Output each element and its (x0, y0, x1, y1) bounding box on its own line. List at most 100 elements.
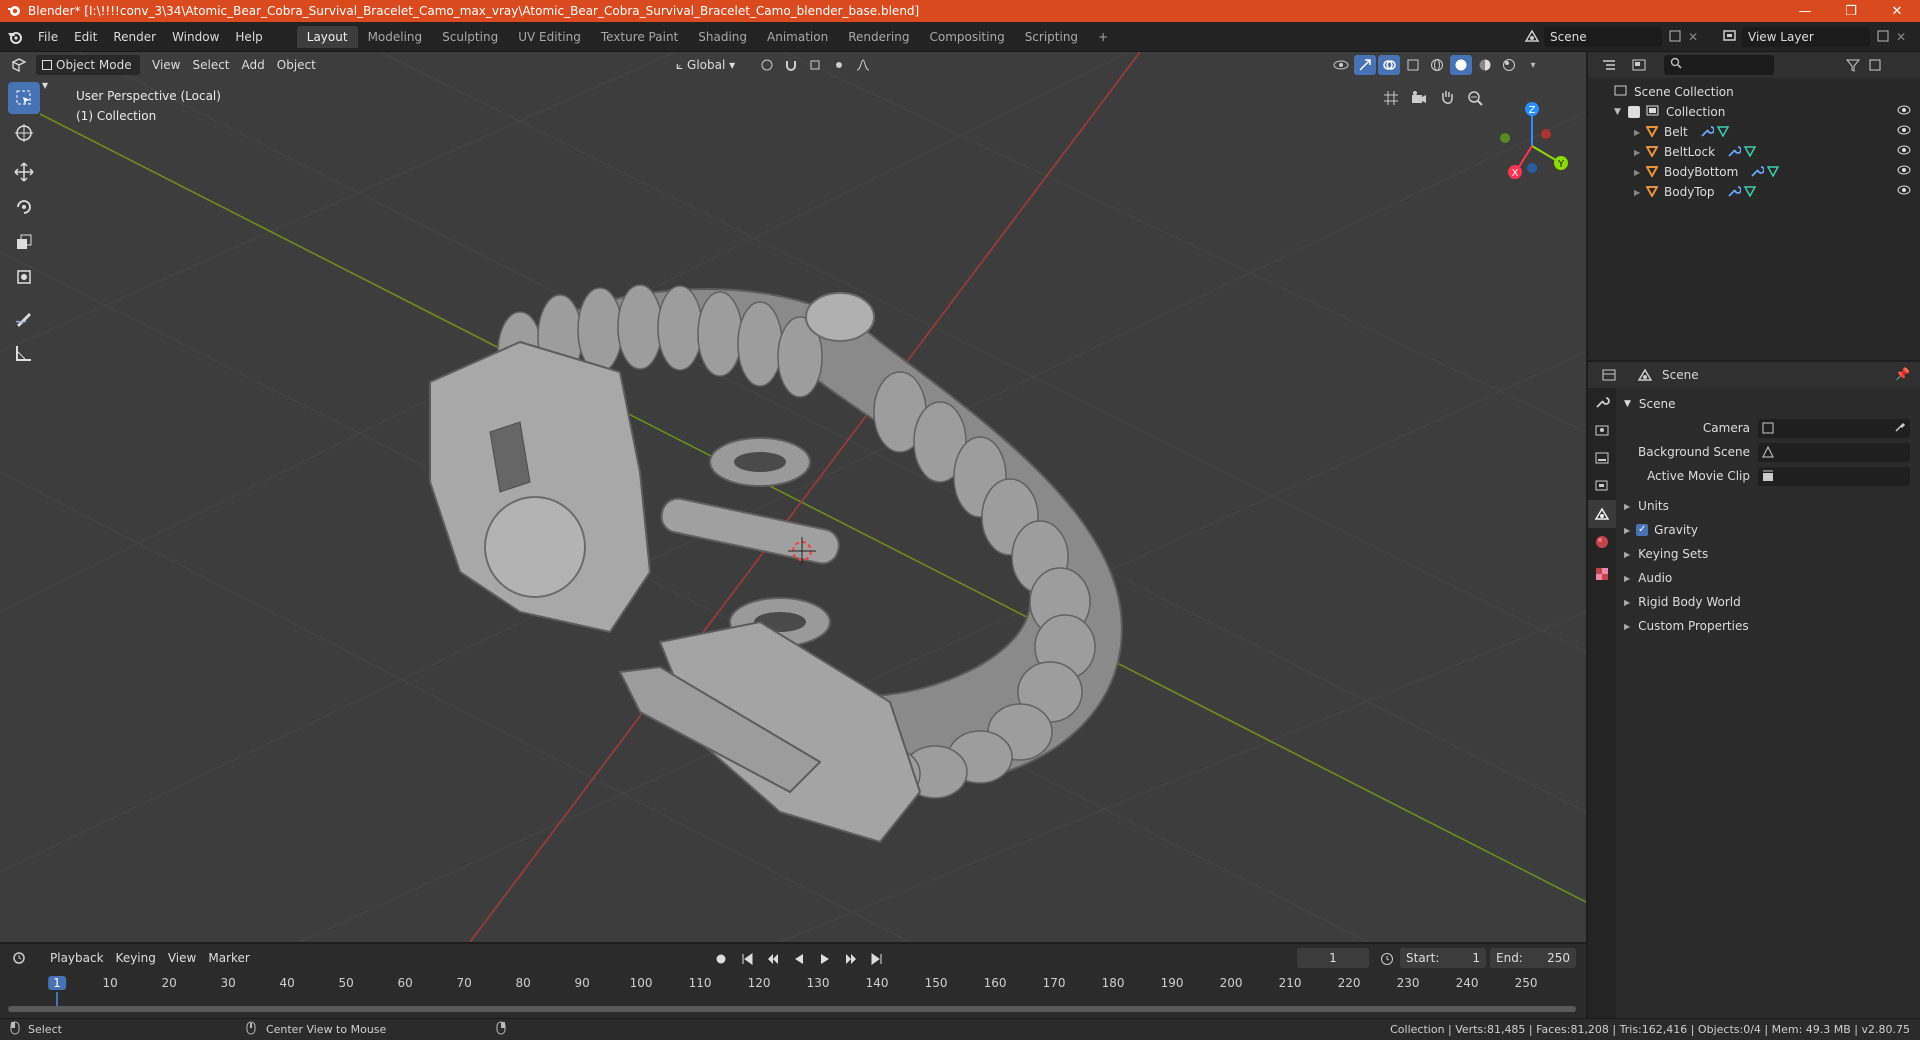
tab-scripting[interactable]: Scripting (1015, 26, 1088, 48)
mesh-data-icon[interactable] (1716, 125, 1730, 140)
expand-chevron-icon[interactable]: ▶ (1624, 550, 1630, 559)
scene-name-field[interactable]: Scene (1544, 27, 1662, 47)
transform-tool[interactable] (8, 261, 40, 293)
delete-scene-icon[interactable]: ✕ (1688, 30, 1698, 44)
panel-collapse-chevron-icon[interactable]: ▼ (1624, 399, 1631, 409)
navigation-gizmo[interactable]: Z Y X (1375, 76, 1585, 196)
play-reverse-icon[interactable] (788, 949, 810, 969)
end-frame-field[interactable]: End: 250 (1490, 948, 1576, 968)
prev-keyframe-icon[interactable] (762, 949, 784, 969)
select-box-tool[interactable] (8, 82, 40, 114)
menu-help[interactable]: Help (227, 26, 270, 48)
viewport-menu-object[interactable]: Object (271, 55, 322, 75)
gravity-checkbox[interactable]: ✓ (1636, 524, 1649, 536)
visibility-eye-icon[interactable] (1896, 124, 1912, 139)
expand-arrow-icon[interactable]: ▶ (1634, 168, 1646, 177)
tab-texture-paint[interactable]: Texture Paint (591, 26, 688, 48)
delete-view-layer-icon[interactable]: ✕ (1896, 30, 1906, 44)
expand-arrow-icon[interactable]: ▶ (1634, 148, 1646, 157)
play-icon[interactable] (814, 949, 836, 969)
cursor-tool[interactable] (8, 117, 40, 149)
menu-window[interactable]: Window (164, 26, 227, 48)
overlay-toggle-icon[interactable] (1378, 55, 1400, 75)
tab-output-icon[interactable] (1588, 444, 1616, 472)
rotate-tool[interactable] (8, 191, 40, 223)
view-layer-field[interactable]: View Layer (1742, 27, 1870, 47)
tab-modeling[interactable]: Modeling (358, 26, 433, 48)
editor-type-icon[interactable] (8, 55, 30, 75)
tab-layout[interactable]: Layout (296, 25, 358, 48)
pin-icon[interactable]: 📌 (1895, 367, 1910, 381)
expand-arrow-icon[interactable]: ▶ (1634, 128, 1646, 137)
timeline-menu-marker[interactable]: Marker (202, 948, 255, 968)
neg-x-axis-handle[interactable] (1541, 129, 1551, 139)
properties-editor-type-icon[interactable] (1598, 365, 1620, 385)
outliner-object-bodytop[interactable]: ▶ BodyTop (1588, 182, 1920, 202)
mesh-data-icon[interactable] (1743, 185, 1757, 200)
viewport-menu-select[interactable]: Select (186, 55, 235, 75)
custom-properties-panel-header[interactable]: ▶ Custom Properties (1618, 614, 1918, 638)
tab-uv-editing[interactable]: UV Editing (508, 26, 591, 48)
snapping-controls[interactable] (756, 55, 874, 75)
expand-chevron-icon[interactable]: ▶ (1624, 574, 1630, 583)
mesh-data-icon[interactable] (1766, 165, 1780, 180)
view-layer-selector[interactable]: View Layer ✕ (1722, 26, 1906, 48)
scale-tool[interactable] (8, 226, 40, 258)
timeline-menu-keying[interactable]: Keying (110, 948, 162, 968)
maximize-button[interactable]: ❐ (1828, 0, 1874, 22)
menu-file[interactable]: File (30, 26, 66, 48)
timeline-menu-view[interactable]: View (162, 948, 202, 968)
gizmo-toggle-icon[interactable] (1354, 55, 1376, 75)
keying-sets-panel-header[interactable]: ▶ Keying Sets (1618, 542, 1918, 566)
modifier-wrench-icon[interactable] (1750, 165, 1766, 180)
object-mode-dropdown[interactable]: Object Mode ▾ (36, 55, 140, 92)
snap-magnet-icon[interactable] (780, 55, 802, 75)
outliner-collection[interactable]: ▼ Collection (1588, 102, 1920, 122)
visibility-eye-icon[interactable] (1896, 184, 1912, 199)
viewport-display-controls[interactable]: ▾ (1330, 55, 1544, 75)
viewport-canvas[interactable] (0, 52, 1586, 942)
add-workspace-button[interactable]: + (1088, 26, 1118, 48)
falloff-icon[interactable] (852, 55, 874, 75)
proportional-edit-icon[interactable] (828, 55, 850, 75)
wireframe-shading-icon[interactable] (1426, 55, 1448, 75)
start-frame-field[interactable]: Start: 1 (1400, 948, 1486, 968)
jump-end-icon[interactable] (866, 949, 888, 969)
modifier-wrench-icon[interactable] (1700, 125, 1715, 140)
move-tool[interactable] (8, 156, 40, 188)
outliner-editor-type-icon[interactable] (1598, 55, 1620, 75)
expand-chevron-icon[interactable]: ▶ (1624, 502, 1630, 511)
current-frame-field[interactable]: 1 (1297, 948, 1369, 968)
audio-panel-header[interactable]: ▶ Audio (1618, 566, 1918, 590)
new-collection-icon[interactable] (1864, 55, 1886, 75)
modifier-wrench-icon[interactable] (1727, 145, 1742, 160)
new-scene-icon[interactable] (1668, 29, 1682, 46)
scene-selector[interactable]: Scene ✕ (1524, 26, 1698, 48)
expand-arrow-icon[interactable]: ▶ (1634, 188, 1646, 197)
tab-scene-icon[interactable] (1588, 500, 1616, 528)
material-shading-icon[interactable] (1474, 55, 1496, 75)
close-button[interactable]: ✕ (1874, 0, 1920, 22)
pivot-icon[interactable] (756, 55, 778, 75)
jump-start-icon[interactable] (736, 949, 758, 969)
collection-expand-chevron-icon[interactable]: ▼ (1614, 107, 1628, 117)
expand-chevron-icon[interactable]: ▶ (1624, 598, 1630, 607)
bracelet-model[interactable] (429, 284, 1123, 844)
timeline-scrollbar[interactable] (8, 1006, 1576, 1012)
outliner-object-beltlock[interactable]: ▶ BeltLock (1588, 142, 1920, 162)
next-keyframe-icon[interactable] (840, 949, 862, 969)
tab-compositing[interactable]: Compositing (919, 26, 1014, 48)
outliner-scene-collection[interactable]: Scene Collection (1588, 82, 1920, 102)
visibility-eye-icon[interactable] (1896, 104, 1912, 119)
tab-animation[interactable]: Animation (757, 26, 838, 48)
visibility-eye-icon[interactable] (1896, 144, 1912, 159)
3d-viewport[interactable]: Object Mode ▾ View Select Add Object ⟀ G… (0, 52, 1586, 942)
new-view-layer-icon[interactable] (1876, 29, 1890, 46)
tab-rendering[interactable]: Rendering (838, 26, 919, 48)
background-scene-field[interactable] (1758, 442, 1910, 462)
mesh-data-icon[interactable] (1743, 145, 1757, 160)
display-mode-icon[interactable] (1628, 55, 1650, 75)
expand-chevron-icon[interactable]: ▶ (1624, 622, 1630, 631)
visibility-eye-icon[interactable] (1896, 164, 1912, 179)
menu-edit[interactable]: Edit (66, 26, 105, 48)
